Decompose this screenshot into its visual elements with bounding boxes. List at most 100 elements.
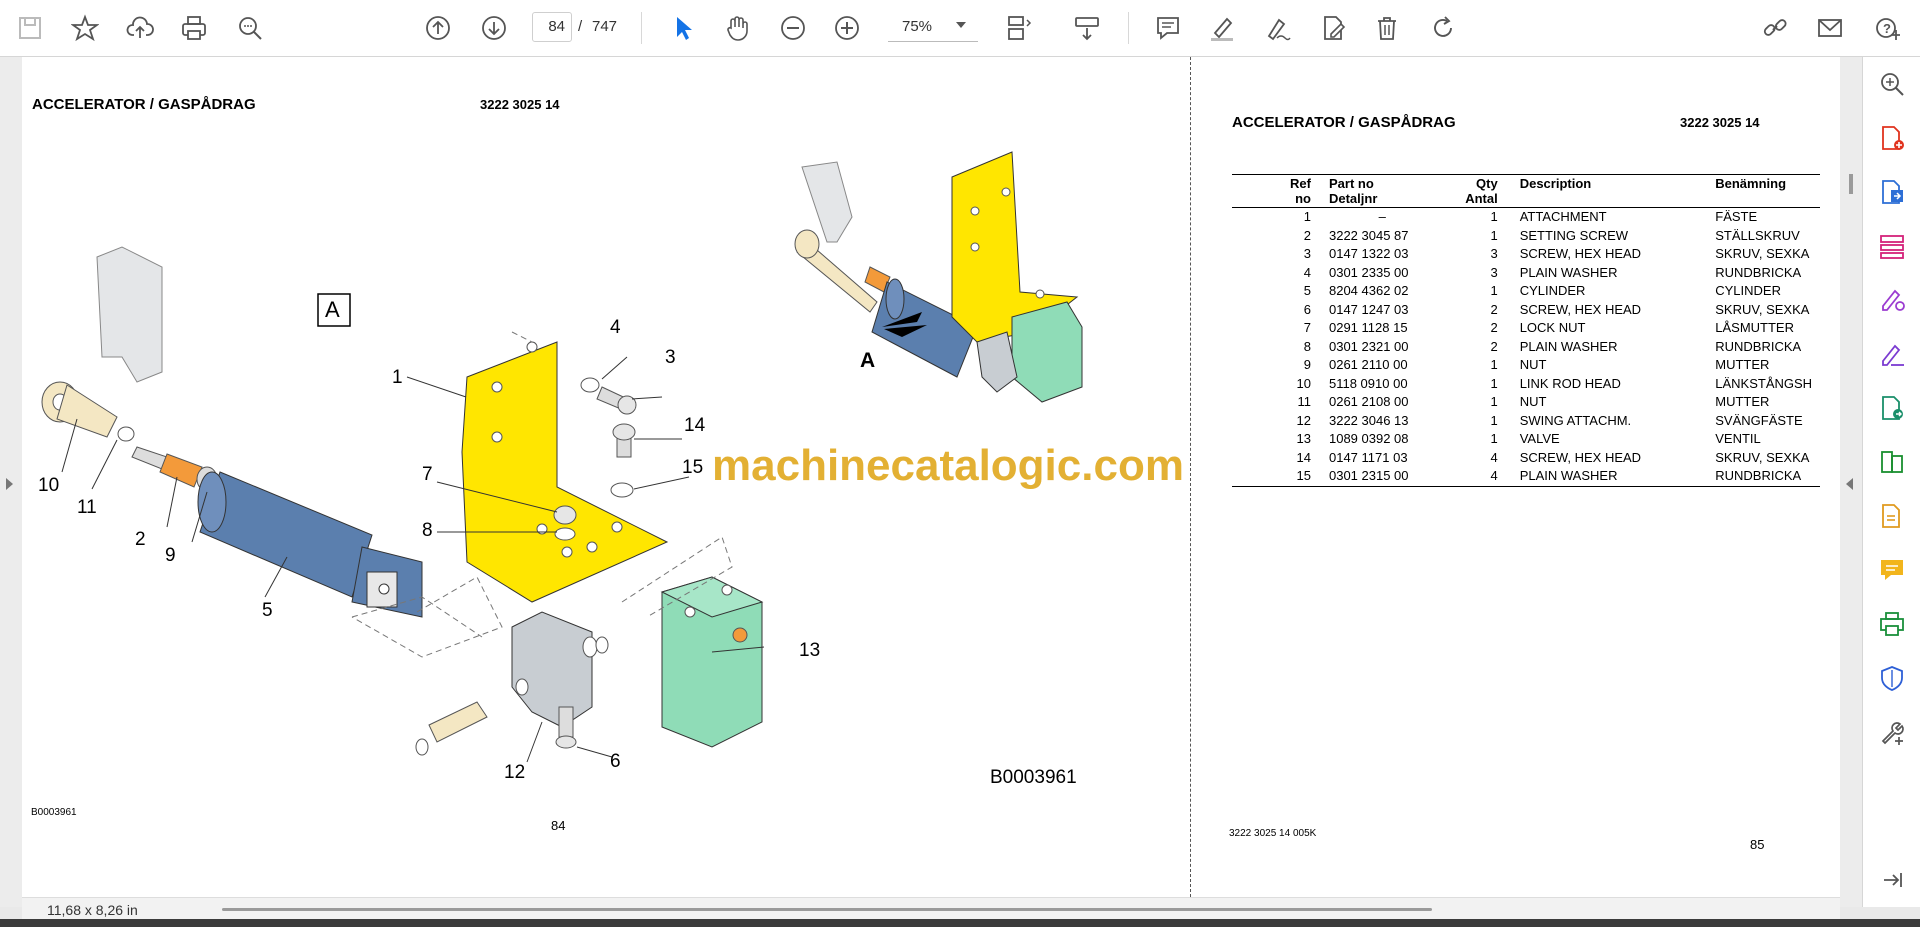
table-cell-qty: 2 <box>1490 301 1498 317</box>
rotate-icon[interactable] <box>1425 10 1461 46</box>
fill-sign-icon[interactable] <box>1877 285 1907 315</box>
table-row: 9 0261 2110 00 1 NUT MUTTER <box>1232 356 1820 375</box>
table-row: 6 0147 1247 03 2 SCREW, HEX HEAD SKRUV, SEXK… <box>1232 301 1820 320</box>
table-cell-desc: LOCK NUT <box>1519 320 1586 335</box>
hand-pan-icon[interactable] <box>719 10 755 46</box>
top-toolbar: 84 / 747 75% ? <box>0 0 1920 57</box>
table-cell-ref: 14 <box>1296 449 1311 465</box>
table-cell-sv: SKRUV, SEXKA <box>1715 449 1810 465</box>
compare-icon[interactable] <box>1877 447 1907 477</box>
export-doc-icon[interactable] <box>1877 501 1907 531</box>
callout-11: 11 <box>77 497 97 518</box>
delete-icon[interactable] <box>1369 10 1405 46</box>
collapse-panel-icon[interactable] <box>1877 865 1907 895</box>
table-cell-desc: VALVE <box>1519 431 1560 446</box>
edit-sign-icon[interactable] <box>1877 339 1907 369</box>
right-page-title: ACCELERATOR / GASPÅDRAG <box>1232 114 1456 131</box>
table-cell-part: 0147 1247 03 <box>1328 301 1409 317</box>
table-cell-desc: NUT <box>1519 394 1547 409</box>
column-header-description: Description <box>1519 176 1592 191</box>
table-cell-part: 1089 0392 08 <box>1328 431 1409 446</box>
page-number-input[interactable]: 84 <box>532 12 572 42</box>
table-cell-ref: 15 <box>1296 468 1311 483</box>
document-viewport[interactable]: ACCELERATOR / GASPÅDRAG 3222 3025 14 1 2… <box>22 57 1853 897</box>
table-cell-qty: 2 <box>1490 338 1498 354</box>
table-cell-qty: 3 <box>1490 264 1498 280</box>
table-cell-desc: ATTACHMENT <box>1519 209 1607 224</box>
email-icon[interactable] <box>1812 10 1848 46</box>
table-cell-qty: 1 <box>1490 394 1498 409</box>
select-cursor-icon[interactable] <box>665 10 701 46</box>
more-tools-icon[interactable] <box>1877 717 1907 747</box>
chevron-down-icon[interactable] <box>956 22 966 28</box>
parts-table-header: Ref no Part no Detaljnr Qty Antal Descripti… <box>1232 174 1820 208</box>
table-cell-qty: 1 <box>1490 227 1498 243</box>
left-page-number: 84 <box>551 818 566 833</box>
page-divider <box>1190 57 1191 897</box>
scroll-mode-icon[interactable] <box>1069 10 1105 46</box>
table-cell-ref: 1 <box>1303 209 1311 224</box>
callout-13: 13 <box>799 640 821 661</box>
callout-5: 5 <box>262 600 273 621</box>
previous-page-icon[interactable] <box>420 10 456 46</box>
table-row: 13 1089 0392 08 1 VALVE VENTIL <box>1232 430 1820 449</box>
column-header-benamning: Benämning <box>1715 176 1787 191</box>
collapse-right-panel-icon[interactable] <box>1846 478 1853 490</box>
table-row: 15 0301 2315 00 4 PLAIN WASHER RUNDBRICKA <box>1232 467 1820 486</box>
upload-cloud-icon[interactable] <box>122 10 158 46</box>
table-row: 5 8204 4362 02 1 CYLINDER CYLINDER <box>1232 282 1820 301</box>
table-cell-desc: SETTING SCREW <box>1519 227 1629 243</box>
vertical-scrollbar-thumb[interactable] <box>1849 174 1853 194</box>
expand-left-panel-icon[interactable] <box>6 478 13 490</box>
watermark-text: machinecatalogic.com <box>712 441 1184 490</box>
share-link-icon[interactable] <box>1757 10 1793 46</box>
table-cell-sv: RUNDBRICKA <box>1715 468 1802 483</box>
table-cell-sv: RUNDBRICKA <box>1715 264 1802 280</box>
export-pdf-icon[interactable] <box>1877 177 1907 207</box>
bookmark-star-icon[interactable] <box>67 10 103 46</box>
sign-icon[interactable] <box>1259 10 1295 46</box>
callout-1: 1 <box>392 367 403 388</box>
status-bar: 11,68 x 8,26 in <box>22 897 1840 920</box>
print-production-icon[interactable] <box>1877 609 1907 639</box>
table-cell-ref: 13 <box>1296 431 1311 446</box>
table-cell-part: 0261 2110 00 <box>1328 357 1408 372</box>
send-for-review-icon[interactable] <box>1877 393 1907 423</box>
page-total: 747 <box>592 18 618 35</box>
table-cell-desc: LINK ROD HEAD <box>1519 375 1621 391</box>
table-cell-desc: PLAIN WASHER <box>1519 338 1618 354</box>
table-cell-sv: RUNDBRICKA <box>1715 338 1802 354</box>
callout-15: 15 <box>682 457 704 478</box>
organize-pages-icon[interactable] <box>1877 231 1907 261</box>
table-cell-ref: 5 <box>1303 283 1311 298</box>
table-cell-part: 0147 1322 03 <box>1328 246 1409 261</box>
comment-panel-icon[interactable] <box>1877 555 1907 585</box>
help-user-icon[interactable]: ? <box>1871 10 1907 46</box>
table-cell-part: 0301 2321 00 <box>1328 338 1409 354</box>
zoom-out-icon[interactable] <box>775 10 811 46</box>
edit-pdf-icon[interactable] <box>1315 10 1351 46</box>
table-row: 7 0291 1128 15 2 LOCK NUT LÅSMUTTER <box>1232 319 1820 338</box>
callout-10: 10 <box>38 475 60 496</box>
find-zoom-icon[interactable] <box>232 10 268 46</box>
table-cell-qty: 4 <box>1490 468 1498 483</box>
table-row: 11 0261 2108 00 1 NUT MUTTER <box>1232 393 1820 412</box>
toolbar-divider <box>641 12 642 44</box>
next-page-icon[interactable] <box>476 10 512 46</box>
toolbar-divider <box>1128 12 1129 44</box>
highlight-icon[interactable] <box>1204 10 1240 46</box>
zoom-search-icon[interactable] <box>1877 69 1907 99</box>
exploded-view-drawing <box>41 151 1083 763</box>
table-cell-ref: 8 <box>1303 338 1311 354</box>
taskbar-edge <box>0 919 1920 927</box>
table-cell-part: 8204 4362 02 <box>1328 283 1409 298</box>
print-icon[interactable] <box>176 10 212 46</box>
create-pdf-icon[interactable] <box>1877 123 1907 153</box>
fit-page-icon[interactable] <box>1000 10 1036 46</box>
zoom-in-icon[interactable] <box>829 10 865 46</box>
table-cell-desc: SCREW, HEX HEAD <box>1519 246 1642 261</box>
comment-icon[interactable] <box>1150 10 1186 46</box>
horizontal-scrollbar[interactable] <box>222 908 1432 911</box>
protect-icon[interactable] <box>1877 663 1907 693</box>
save-icon[interactable] <box>12 10 48 46</box>
